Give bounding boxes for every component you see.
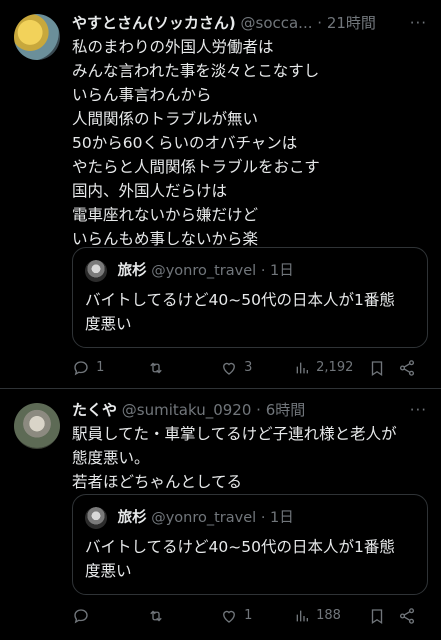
- timestamp[interactable]: 6時間: [266, 401, 306, 419]
- quoted-tweet-header: 旅杉 @yonro_travel · 1日: [85, 260, 294, 282]
- tweet-text-line: 電車座れないから嫌だけど: [72, 206, 259, 224]
- reply-button[interactable]: 1: [72, 356, 104, 380]
- tweet-text-line: みんな言われた事を淡々とこなすし: [72, 62, 320, 80]
- separator: ·: [256, 401, 261, 419]
- tweet-header: たくや @sumitaku_0920 · 6時間 ···: [72, 399, 427, 421]
- like-count: 3: [244, 360, 253, 375]
- retweet-button[interactable]: [146, 604, 168, 628]
- tweet-text-line: 人間関係のトラブルが無い: [72, 110, 259, 128]
- views-icon: [296, 610, 308, 622]
- tweet[interactable]: やすとさん(ソッカさん) @socca... · 21時間 ··· 私のまわりの…: [0, 0, 441, 389]
- bookmark-button[interactable]: [368, 604, 386, 628]
- reply-icon: [74, 609, 88, 624]
- quoted-text-line: バイトしてるけど40~50代の日本人が1番態: [85, 291, 395, 309]
- quoted-author-handle: @yonro_travel: [151, 263, 257, 279]
- views-count: 2,192: [316, 360, 354, 375]
- reply-button[interactable]: [72, 604, 92, 628]
- share-icon: [399, 359, 415, 376]
- action-bar: 1 188: [72, 604, 429, 628]
- quoted-text-line: 度悪い: [85, 562, 132, 580]
- tweet-header: やすとさん(ソッカさん) @socca... · 21時間 ···: [72, 12, 427, 34]
- like-button[interactable]: 1: [220, 604, 252, 628]
- bookmark-icon: [371, 360, 383, 376]
- tweet-text-line: 若者ほどちゃんとしてる: [72, 473, 243, 491]
- quoted-tweet[interactable]: 旅杉 @yonro_travel · 1日 バイトしてるけど40~50代の日本人…: [72, 247, 428, 348]
- quoted-text-line: バイトしてるけど40~50代の日本人が1番態: [85, 538, 395, 556]
- quoted-timestamp: 1日: [270, 263, 294, 279]
- heart-icon: [223, 610, 235, 623]
- timestamp[interactable]: 21時間: [327, 14, 376, 32]
- separator: ·: [317, 14, 323, 32]
- quoted-text-line: 度悪い: [85, 315, 132, 333]
- tweet-text-line: 50から60くらいのオバチャンは: [72, 134, 298, 152]
- tweet-text-line: やたらと人間関係トラブルをおこす: [72, 158, 320, 176]
- author-handle[interactable]: @sumitaku_0920: [122, 401, 252, 419]
- views-button[interactable]: 188: [294, 604, 341, 628]
- avatar[interactable]: [14, 14, 60, 60]
- bookmark-icon: [371, 608, 383, 624]
- avatar: [85, 260, 107, 282]
- author-handle[interactable]: @socca...: [241, 14, 313, 32]
- quoted-tweet-text: バイトしてるけど40~50代の日本人が1番態 度悪い: [85, 535, 415, 583]
- quoted-tweet[interactable]: 旅杉 @yonro_travel · 1日 バイトしてるけど40~50代の日本人…: [72, 494, 428, 595]
- tweet[interactable]: たくや @sumitaku_0920 · 6時間 ··· 駅員してた・車掌してる…: [0, 389, 441, 640]
- separator: ·: [260, 510, 266, 526]
- reply-count: 1: [96, 360, 105, 375]
- tweet-text-line: いらん事言わんから: [72, 86, 212, 104]
- quoted-timestamp: 1日: [270, 510, 294, 526]
- like-button[interactable]: 3: [220, 356, 252, 380]
- tweet-text: 駅員してた・車掌してるけど子連れ様と老人が 態度悪い。 若者ほどちゃんとしてる: [72, 422, 429, 494]
- action-bar: 1 3 2,192: [72, 356, 429, 380]
- author-name[interactable]: たくや: [72, 401, 117, 419]
- share-button[interactable]: [398, 604, 416, 628]
- quoted-author-handle: @yonro_travel: [151, 510, 257, 526]
- tweet-text: 私のまわりの外国人労働者は みんな言われた事を淡々とこなすし いらん事言わんから…: [72, 35, 429, 251]
- retweet-button[interactable]: [146, 356, 168, 380]
- views-icon: [296, 362, 308, 374]
- tweet-text-line: 国内、外国人だらけは: [72, 182, 228, 200]
- quoted-tweet-text: バイトしてるけど40~50代の日本人が1番態 度悪い: [85, 288, 415, 336]
- quoted-tweet-header: 旅杉 @yonro_travel · 1日: [85, 507, 294, 529]
- quoted-author-name: 旅杉: [117, 263, 147, 279]
- like-count: 1: [244, 608, 253, 623]
- tweet-text-line: 駅員してた・車掌してるけど子連れ様と老人が: [72, 425, 397, 443]
- retweet-icon: [150, 362, 162, 374]
- reply-icon: [74, 361, 88, 376]
- separator: ·: [260, 263, 266, 279]
- more-options-icon[interactable]: ···: [410, 399, 427, 421]
- views-button[interactable]: 2,192: [294, 356, 353, 380]
- avatar: [85, 507, 107, 529]
- avatar[interactable]: [14, 403, 60, 449]
- quoted-author-name: 旅杉: [117, 510, 147, 526]
- retweet-icon: [150, 610, 162, 622]
- author-name[interactable]: やすとさん(ソッカさん): [72, 14, 236, 32]
- heart-icon: [223, 362, 235, 375]
- more-options-icon[interactable]: ···: [410, 12, 427, 34]
- share-button[interactable]: [398, 356, 416, 380]
- bookmark-button[interactable]: [368, 356, 386, 380]
- views-count: 188: [316, 608, 341, 623]
- tweet-text-line: 私のまわりの外国人労働者は: [72, 38, 274, 56]
- tweet-text-line: 態度悪い。: [72, 449, 150, 467]
- share-icon: [399, 607, 415, 624]
